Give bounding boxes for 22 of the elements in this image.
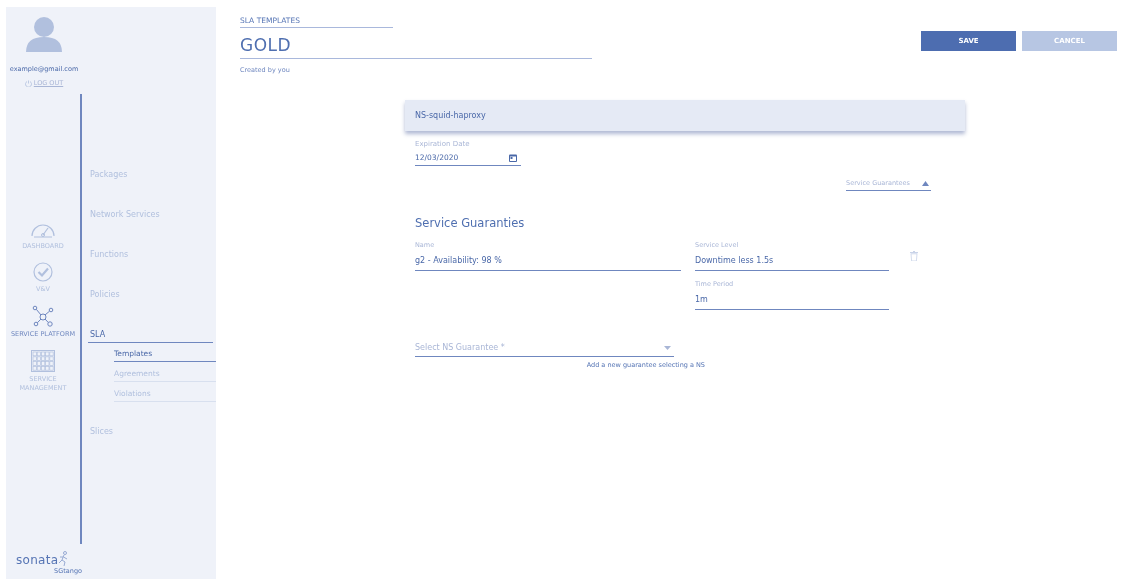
dropdown-option[interactable]: NS-squid-haproxy (405, 100, 965, 131)
input-field[interactable]: 1m (695, 288, 889, 310)
section-heading: Service Guaranties (415, 216, 526, 230)
network-icon (32, 305, 54, 328)
power-icon (24, 79, 32, 87)
caret-up-icon (922, 180, 929, 186)
template-title: GOLD (240, 28, 592, 59)
nav-item[interactable]: SLA (88, 330, 213, 343)
calendar-icon (509, 153, 517, 162)
trash-icon (910, 251, 918, 261)
nav-item[interactable]: Network Services (82, 210, 216, 250)
input-field[interactable]: Downtime less 1.5s (695, 249, 889, 271)
logo-wordmark: sonata (16, 553, 59, 567)
nav-item[interactable]: Policies (82, 290, 216, 330)
caret-down-icon (664, 345, 671, 350)
nav-item[interactable]: Packages (82, 170, 216, 210)
input-field[interactable]: g2 - Availability: 98 % (415, 249, 681, 271)
nav-item[interactable]: Functions (82, 250, 216, 290)
grid-icon (31, 350, 55, 373)
checkmark-icon (33, 262, 53, 283)
select-field[interactable]: Select NS Guarantee * (415, 343, 674, 357)
avatar-icon (24, 16, 64, 52)
